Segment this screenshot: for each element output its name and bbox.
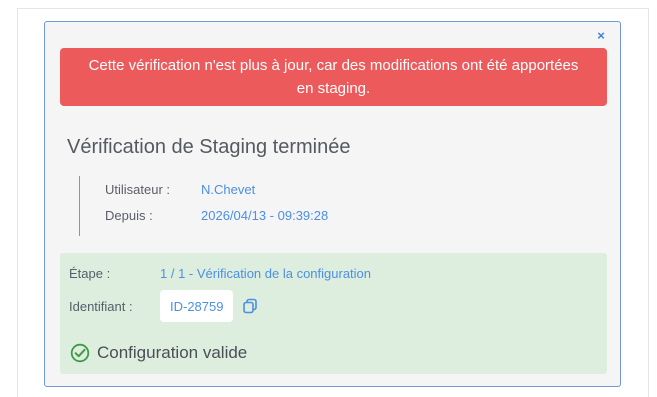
modal-title: Vérification de Staging terminée bbox=[67, 136, 351, 158]
since-row: Depuis : 2026/04/13 - 09:39:28 bbox=[105, 202, 409, 228]
copy-icon[interactable] bbox=[242, 298, 258, 314]
user-row: Utilisateur : N.Chevet bbox=[105, 176, 409, 202]
stage-row: Étape : 1 / 1 - Vérification de la confi… bbox=[69, 263, 371, 283]
outdated-alert: Cette vérification n'est plus à jour, ca… bbox=[60, 48, 607, 106]
identifier-chip: ID-28759 bbox=[160, 290, 234, 322]
user-value: N.Chevet bbox=[201, 181, 256, 197]
since-label: Depuis : bbox=[105, 207, 153, 223]
close-icon[interactable]: × bbox=[594, 29, 608, 43]
user-label: Utilisateur : bbox=[105, 181, 171, 197]
stage-value: 1 / 1 - Vérification de la configuration bbox=[160, 265, 372, 281]
info-block: Utilisateur : N.Chevet Depuis : 2026/04/… bbox=[79, 176, 409, 236]
check-circle-icon bbox=[70, 343, 90, 363]
since-value: 2026/04/13 - 09:39:28 bbox=[201, 207, 329, 223]
verification-modal: × Cette vérification n'est plus à jour, … bbox=[44, 21, 621, 387]
status-row: Configuration valide bbox=[70, 342, 247, 364]
stage-label: Étape : bbox=[69, 265, 111, 281]
identifier-row: Identifiant : ID-28759 bbox=[69, 288, 258, 324]
status-text: Configuration valide bbox=[97, 343, 248, 362]
result-panel: Étape : 1 / 1 - Vérification de la confi… bbox=[60, 253, 607, 374]
identifier-label: Identifiant : bbox=[69, 298, 133, 314]
